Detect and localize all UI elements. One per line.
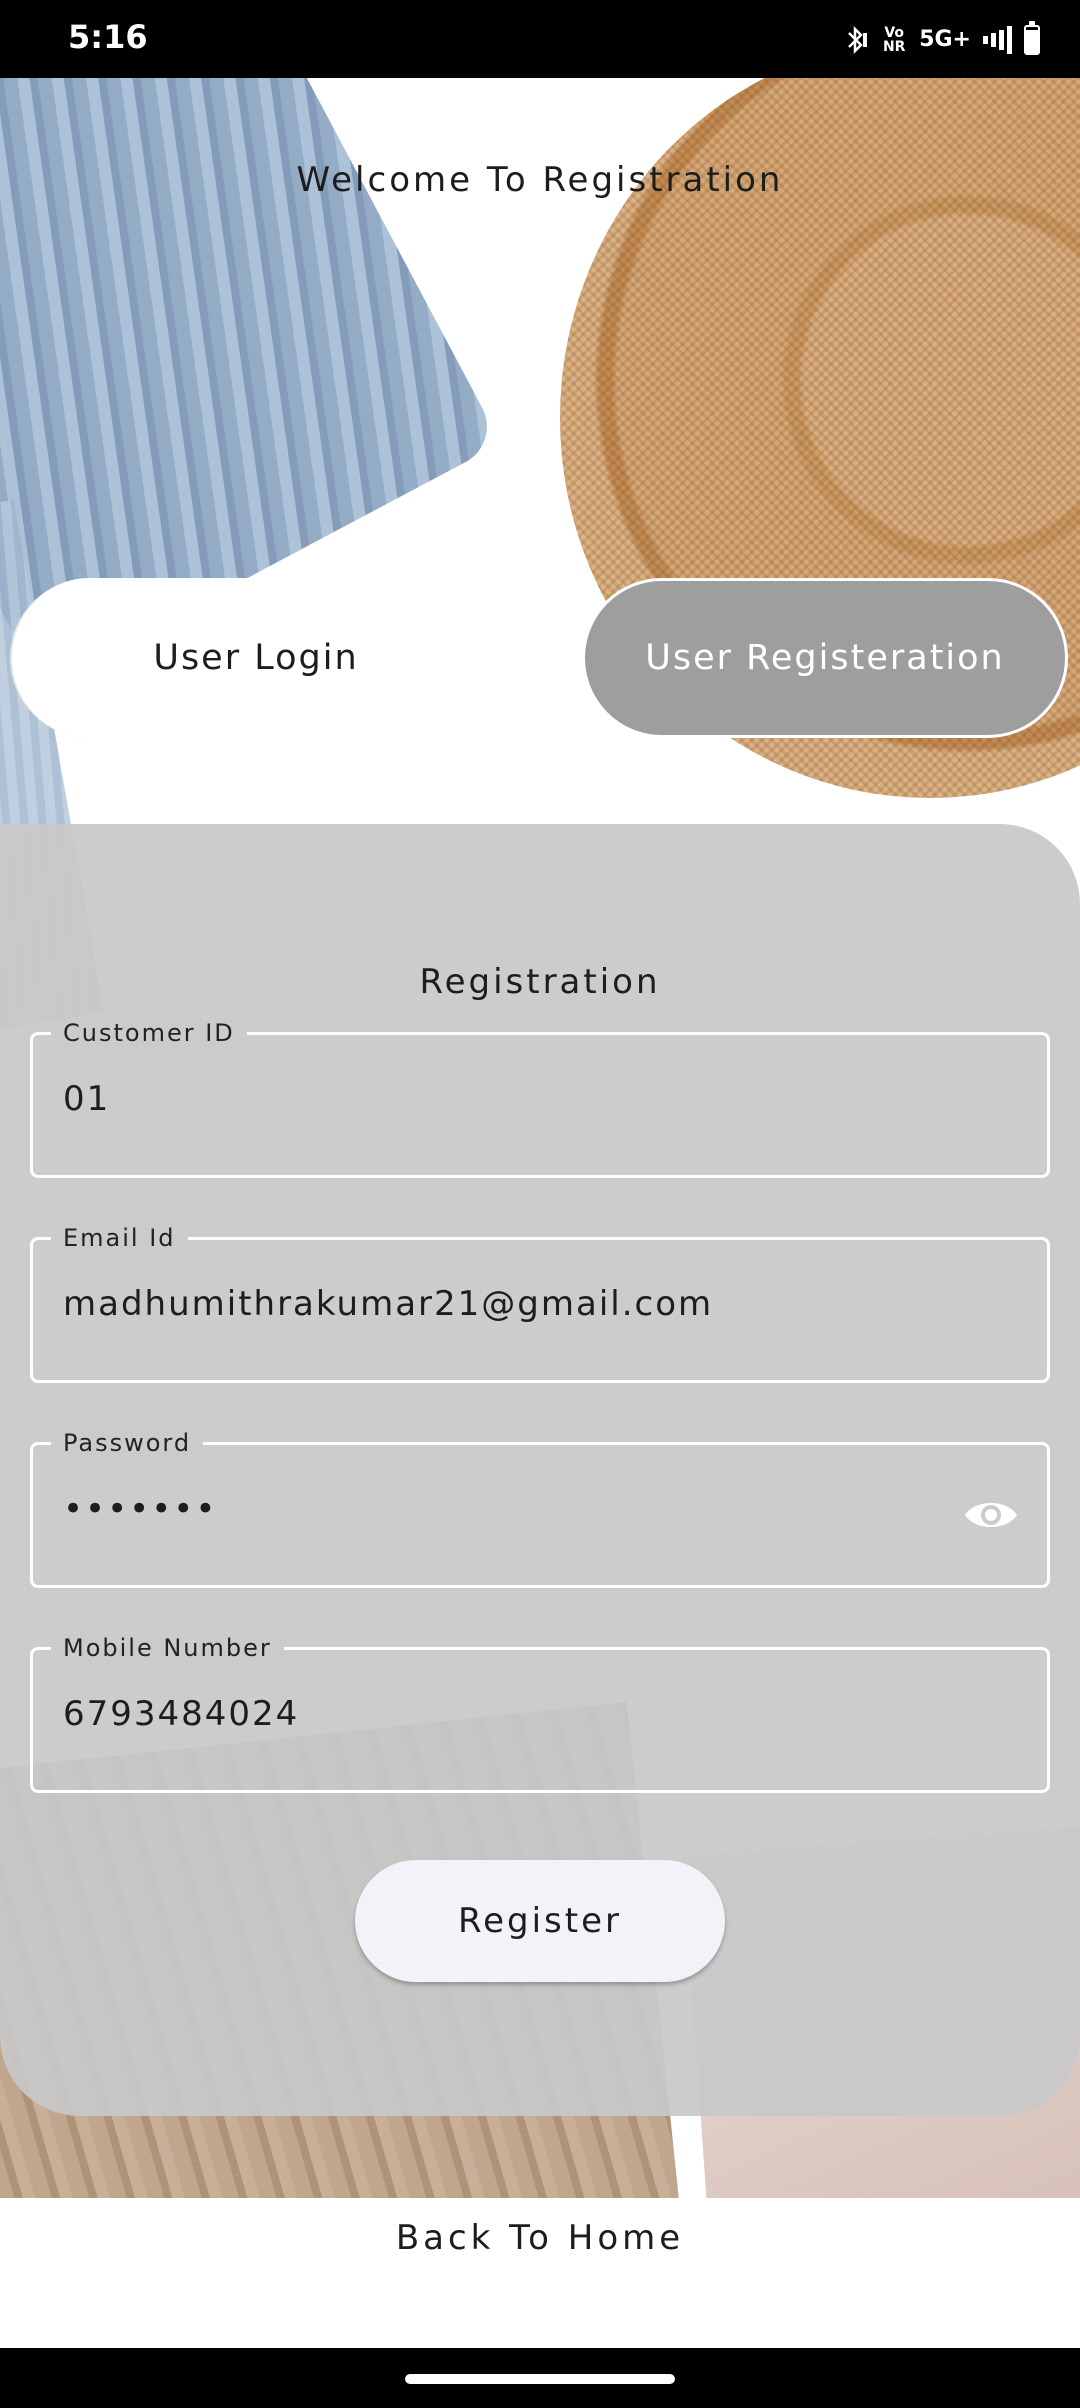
email-field[interactable]: Email Id madhumithrakumar21@gmail.com (30, 1224, 1050, 1383)
password-value[interactable]: ••••••• (63, 1489, 217, 1529)
navigation-bar (0, 2348, 1080, 2408)
bluetooth-icon (843, 25, 869, 55)
eye-icon[interactable] (963, 1491, 1019, 1539)
user-login-tab[interactable]: User Login (10, 578, 500, 738)
back-to-home-link[interactable]: Back To Home (0, 2218, 1080, 2258)
email-label: Email Id (51, 1224, 188, 1252)
home-gesture-handle[interactable] (405, 2374, 675, 2384)
customer-id-field[interactable]: Customer ID 01 (30, 1019, 1050, 1178)
email-value[interactable]: madhumithrakumar21@gmail.com (63, 1284, 713, 1324)
battery-icon (1024, 21, 1040, 55)
registration-card: Registration Customer ID 01 Email Id mad… (0, 824, 1080, 2116)
password-label: Password (51, 1429, 204, 1457)
status-icons: Vo NR 5G+ (843, 21, 1040, 58)
customer-id-label: Customer ID (51, 1019, 247, 1047)
status-bar: 5:16 Vo NR 5G+ (0, 0, 1080, 78)
mobile-number-value[interactable]: 6793484024 (63, 1694, 299, 1734)
mobile-number-field[interactable]: Mobile Number 6793484024 (30, 1634, 1050, 1793)
mobile-number-label: Mobile Number (51, 1634, 284, 1662)
user-registration-tab[interactable]: User Registeration (582, 578, 1068, 738)
page-title: Welcome To Registration (296, 160, 784, 200)
signal-icon (983, 26, 1012, 54)
customer-id-value[interactable]: 01 (63, 1079, 110, 1119)
password-field[interactable]: Password ••••••• (30, 1429, 1050, 1588)
form-title: Registration (419, 962, 661, 1002)
network-type: 5G+ (919, 27, 971, 52)
status-time: 5:16 (68, 18, 148, 56)
register-button[interactable]: Register (355, 1860, 725, 1982)
volte-icon: Vo NR (882, 25, 906, 55)
